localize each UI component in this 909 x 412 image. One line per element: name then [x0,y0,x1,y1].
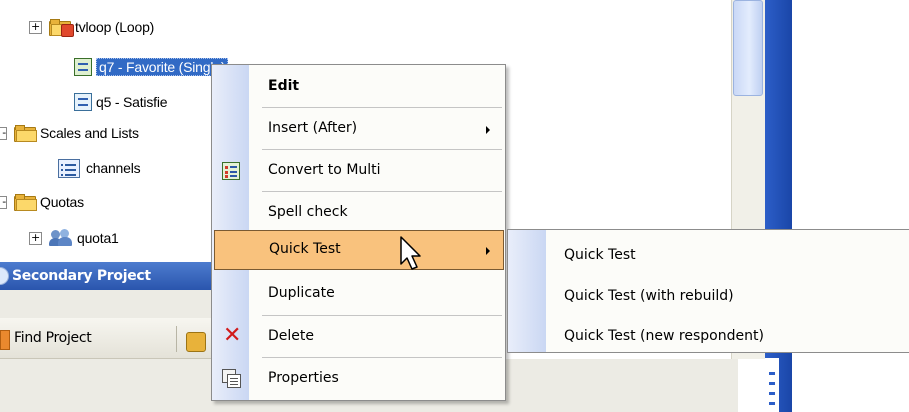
menu-item-label: Insert (After) [268,120,358,136]
menu-item-label: Duplicate [268,285,335,301]
menu-item-label: Properties [268,370,339,386]
menu-item-label: Convert to Multi [268,162,381,178]
find-project-button[interactable]: Find Project [14,330,92,346]
open-project-icon[interactable] [186,332,206,352]
quick-test-submenu: Quick Test Quick Test (with rebuild) Qui… [507,229,909,353]
folder-icon [14,194,37,211]
panel-title: Secondary Project [12,268,151,284]
menu-item-quick-test[interactable]: Quick Test [214,230,504,270]
tree-item-label: q5 - Satisfie [96,94,168,110]
scrollbar-thumb[interactable] [733,0,763,96]
expand-icon[interactable]: + [29,231,42,245]
menu-item-properties[interactable]: Properties [213,359,504,399]
tree-item-label: Scales and Lists [40,125,139,141]
tree-item-scales-and-lists[interactable]: - Scales and Lists [0,122,139,144]
menu-item-convert-to-multi[interactable]: Convert to Multi [213,151,504,191]
splitter-grip[interactable] [765,358,779,412]
tree-item-tvloop[interactable]: + tvloop (Loop) [29,16,154,38]
secondary-toolbar: Find Project [0,318,214,359]
menu-item-label: Delete [268,328,314,344]
submenu-arrow-icon [486,247,490,255]
tree-item-q7[interactable]: q7 - Favorite (Single) [74,56,229,78]
menu-separator [262,315,502,316]
mouse-pointer-icon [400,236,421,270]
loop-folder-icon [49,19,74,37]
tree-item-label: tvloop (Loop) [75,19,155,35]
menu-item-label: Quick Test [269,241,341,257]
panel-collapse-icon[interactable] [0,267,9,285]
tree-item-q5[interactable]: q5 - Satisfie [74,91,168,113]
submenu-item-quick-test[interactable]: Quick Test [564,247,636,263]
panel-spacer [0,290,214,318]
tree-item-label: Quotas [40,194,84,210]
expand-icon[interactable]: + [29,20,42,34]
tree-item-label: quota1 [77,230,119,246]
menu-separator [262,149,502,150]
tree-item-label: q7 - Favorite (Single) [96,58,229,76]
folder-icon [14,125,37,142]
context-menu: Edit Insert (After) Convert to Multi Spe… [211,64,506,401]
grid-question-icon [74,93,92,111]
menu-item-edit[interactable]: Edit [213,67,504,107]
submenu-item-quick-test-with-rebuild[interactable]: Quick Test (with rebuild) [564,288,734,304]
menu-separator [262,107,502,108]
tree-item-quota1[interactable]: + quota1 [29,227,119,249]
list-icon [58,158,80,178]
toolbar-separator [176,326,177,352]
collapse-icon[interactable]: - [0,195,7,209]
delete-icon: ✕ [223,323,242,348]
menu-item-spell-check[interactable]: Spell check [213,193,504,233]
submenu-item-quick-test-new-respondent[interactable]: Quick Test (new respondent) [564,328,764,344]
submenu-arrow-icon [486,126,490,134]
menu-item-delete[interactable]: ✕ Delete [213,317,504,357]
menu-separator [262,357,502,358]
find-project-icon [0,330,10,350]
properties-icon [222,369,241,388]
convert-icon [222,162,240,180]
tree-item-channels[interactable]: channels [58,157,141,179]
collapse-icon[interactable]: - [0,126,7,140]
tree-item-label: channels [86,160,141,176]
single-question-icon [74,58,92,76]
menu-separator [262,191,502,192]
tree-item-quotas[interactable]: - Quotas [0,191,84,213]
menu-item-label: Edit [268,78,300,94]
menu-item-insert-after[interactable]: Insert (After) [213,109,504,149]
menu-item-duplicate[interactable]: Duplicate [213,274,504,314]
menu-item-label: Spell check [268,204,348,220]
quota-users-icon [49,229,73,247]
menu-icon-gutter [508,230,546,352]
secondary-project-header[interactable]: Secondary Project [0,262,214,290]
